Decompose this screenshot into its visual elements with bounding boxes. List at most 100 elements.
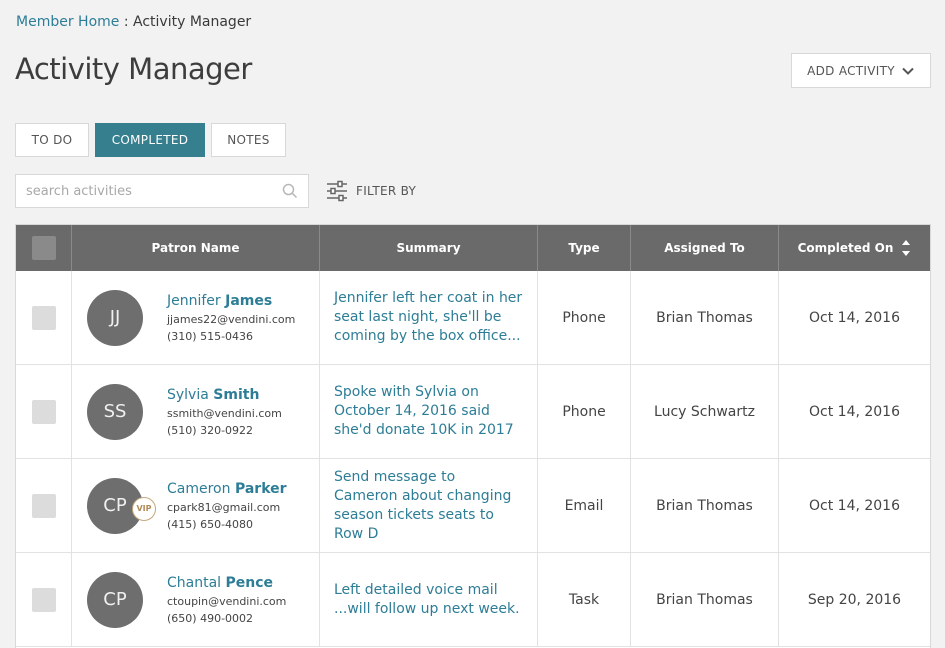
patron-first-name: Sylvia xyxy=(167,386,209,403)
add-activity-label: ADD ACTIVITY xyxy=(807,63,895,78)
page-title: Activity Manager xyxy=(15,52,252,86)
patron-email: jjames22@vendini.com xyxy=(167,312,296,326)
search-input[interactable] xyxy=(16,183,282,199)
breadcrumb-current: Activity Manager xyxy=(133,14,252,30)
completed-cell: Oct 14, 2016 xyxy=(809,497,900,514)
patron-cell: CP Chantal Pence ctoupin@vendini.com (65… xyxy=(72,553,320,646)
avatar: JJ xyxy=(87,289,143,346)
patron-info: Jennifer James jjames22@vendini.com (310… xyxy=(167,293,295,343)
table-row: SS Sylvia Smith ssmith@vendini.com (510)… xyxy=(16,365,930,459)
header-assigned-to[interactable]: Assigned To xyxy=(631,225,779,271)
row-checkbox[interactable] xyxy=(31,587,56,612)
tab-label: NOTES xyxy=(227,133,270,147)
tab-label: TO DO xyxy=(31,133,73,147)
tab-label: COMPLETED xyxy=(111,133,189,147)
patron-email: cpark81@gmail.com xyxy=(167,500,281,514)
patron-name-link[interactable]: Sylvia Smith xyxy=(167,387,282,403)
avatar-initials: SS xyxy=(103,401,127,422)
row-checkbox[interactable] xyxy=(31,305,56,330)
patron-last-name: Parker xyxy=(234,480,287,497)
assigned-cell: Lucy Schwartz xyxy=(631,365,779,458)
tab-notes[interactable]: NOTES xyxy=(211,123,286,157)
summary-link[interactable]: Jennifer left her coat in her seat last … xyxy=(334,289,523,346)
patron-last-name: Pence xyxy=(225,574,274,591)
sliders-icon xyxy=(327,180,347,202)
row-checkbox[interactable] xyxy=(31,493,56,518)
select-all-checkbox[interactable] xyxy=(31,236,56,260)
patron-email: ctoupin@vendini.com xyxy=(167,594,287,608)
breadcrumb: Member Home : Activity Manager xyxy=(16,14,251,30)
summary-cell: Spoke with Sylvia on October 14, 2016 sa… xyxy=(320,365,538,458)
breadcrumb-home-link[interactable]: Member Home xyxy=(16,14,119,30)
header-completed-on[interactable]: Completed On xyxy=(779,225,930,271)
patron-phone: (650) 490-0002 xyxy=(167,611,254,625)
type-cell: Task xyxy=(538,553,631,646)
patron-cell: SS Sylvia Smith ssmith@vendini.com (510)… xyxy=(72,365,320,458)
completed-cell: Oct 14, 2016 xyxy=(809,403,900,420)
patron-phone: (310) 515-0436 xyxy=(167,329,254,343)
row-select-cell xyxy=(16,271,72,364)
summary-link[interactable]: Send message to Cameron about changing s… xyxy=(334,468,523,544)
table-row: JJ Jennifer James jjames22@vendini.com (… xyxy=(16,271,930,365)
activities-table: Patron Name Summary Type Assigned To Com… xyxy=(15,224,931,648)
tab-completed[interactable]: COMPLETED xyxy=(95,123,205,157)
avatar: CP VIP xyxy=(87,477,156,534)
header-select-cell xyxy=(16,225,72,271)
patron-name-link[interactable]: Chantal Pence xyxy=(167,575,286,591)
patron-info: Chantal Pence ctoupin@vendini.com (650) … xyxy=(167,575,286,625)
breadcrumb-separator: : xyxy=(119,14,134,30)
patron-last-name: Smith xyxy=(213,386,260,403)
patron-first-name: Chantal xyxy=(167,574,222,591)
row-select-cell xyxy=(16,459,72,552)
header-patron-name[interactable]: Patron Name xyxy=(72,225,320,271)
add-activity-button[interactable]: ADD ACTIVITY xyxy=(791,53,931,88)
completed-cell: Oct 14, 2016 xyxy=(809,309,900,326)
patron-first-name: Jennifer xyxy=(167,292,221,309)
summary-cell: Send message to Cameron about changing s… xyxy=(320,459,538,552)
type-cell: Email xyxy=(538,459,631,552)
patron-info: Sylvia Smith ssmith@vendini.com (510) 32… xyxy=(167,387,282,437)
table-row: CP VIP Cameron Parker cpark81@gmail.com … xyxy=(16,459,930,553)
table-header: Patron Name Summary Type Assigned To Com… xyxy=(16,225,930,271)
summary-link[interactable]: Left detailed voice mail ...will follow … xyxy=(334,581,523,619)
header-completed-label: Completed On xyxy=(797,241,894,255)
tab-to-do[interactable]: TO DO xyxy=(15,123,89,157)
vip-badge: VIP xyxy=(132,496,156,521)
tab-bar: TO DO COMPLETED NOTES xyxy=(15,123,286,157)
patron-first-name: Cameron xyxy=(167,480,231,497)
filter-by-label: FILTER BY xyxy=(356,184,417,198)
table-row: CP Chantal Pence ctoupin@vendini.com (65… xyxy=(16,553,930,647)
patron-info: Cameron Parker cpark81@gmail.com (415) 6… xyxy=(167,481,287,531)
patron-phone: (415) 650-4080 xyxy=(167,517,254,531)
patron-cell: JJ Jennifer James jjames22@vendini.com (… xyxy=(72,271,320,364)
sort-icon[interactable] xyxy=(901,239,911,257)
row-checkbox[interactable] xyxy=(31,399,56,424)
assigned-cell: Brian Thomas xyxy=(631,271,779,364)
patron-cell: CP VIP Cameron Parker cpark81@gmail.com … xyxy=(72,459,320,552)
avatar-initials: CP xyxy=(103,589,127,610)
patron-phone: (510) 320-0922 xyxy=(167,423,254,437)
search-icon[interactable] xyxy=(282,183,298,199)
type-cell: Phone xyxy=(538,365,631,458)
avatar-initials: CP xyxy=(103,495,127,516)
completed-cell: Sep 20, 2016 xyxy=(807,591,902,608)
row-select-cell xyxy=(16,553,72,646)
summary-link[interactable]: Spoke with Sylvia on October 14, 2016 sa… xyxy=(334,383,523,440)
filter-by-button[interactable]: FILTER BY xyxy=(326,178,416,204)
header-summary[interactable]: Summary xyxy=(320,225,538,271)
summary-cell: Left detailed voice mail ...will follow … xyxy=(320,553,538,646)
patron-name-link[interactable]: Jennifer James xyxy=(167,293,295,309)
type-cell: Phone xyxy=(538,271,631,364)
patron-last-name: James xyxy=(225,292,273,309)
row-select-cell xyxy=(16,365,72,458)
assigned-cell: Brian Thomas xyxy=(631,553,779,646)
avatar: SS xyxy=(87,383,143,440)
summary-cell: Jennifer left her coat in her seat last … xyxy=(320,271,538,364)
patron-email: ssmith@vendini.com xyxy=(167,406,282,420)
search-box xyxy=(15,174,309,208)
assigned-cell: Brian Thomas xyxy=(631,459,779,552)
header-type[interactable]: Type xyxy=(538,225,631,271)
avatar-initials: JJ xyxy=(109,307,121,328)
patron-name-link[interactable]: Cameron Parker xyxy=(167,481,287,497)
avatar: CP xyxy=(87,571,143,628)
